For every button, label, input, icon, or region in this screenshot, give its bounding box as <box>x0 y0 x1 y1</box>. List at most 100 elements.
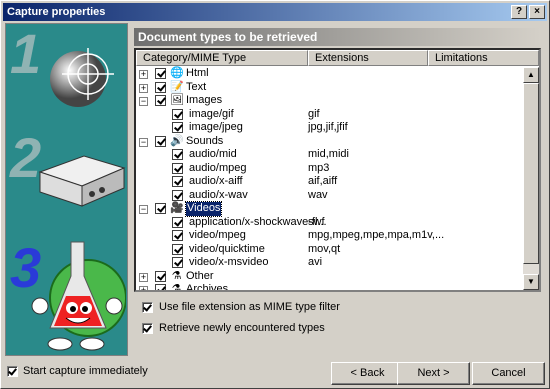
retrieve-new-checkbox[interactable] <box>142 322 153 334</box>
row-checkbox[interactable] <box>172 108 183 120</box>
row-extensions: mpg,mpeg,mpe,mpa,m1v,... <box>308 229 445 241</box>
row-checkbox[interactable] <box>172 149 183 160</box>
row-extensions: mp3 <box>308 161 330 174</box>
column-header-category[interactable]: Category/MIME Type <box>136 50 308 66</box>
help-button[interactable]: ? <box>511 5 527 19</box>
row-extensions: mid,midi <box>308 148 349 160</box>
row-checkbox[interactable] <box>172 176 183 187</box>
server-device-icon <box>38 155 126 207</box>
row-checkbox[interactable] <box>155 284 166 290</box>
tree-mime-row[interactable]: image/jpeg jpg,jif,jfif <box>136 121 523 135</box>
row-label: Other <box>186 269 214 282</box>
row-label: image/jpeg <box>189 121 243 133</box>
panel-title: Document types to be retrieved <box>134 28 541 46</box>
tree-category-row[interactable]: + ⚗ Other <box>136 270 523 284</box>
row-label: video/mpeg <box>189 229 246 241</box>
scroll-up-icon[interactable]: ▲ <box>523 67 539 83</box>
tree-mime-row[interactable]: image/gif gif <box>136 108 523 122</box>
tree-rows: + 🌐 Html + 📝 Text − 🖼 Images image/gif gif image/jp… <box>136 67 523 292</box>
other-icon: ⚗ <box>171 269 182 282</box>
row-label: audio/x-aiff <box>189 175 243 187</box>
start-capture-checkbox[interactable] <box>7 365 18 377</box>
row-extensions: swf <box>308 215 325 228</box>
expand-icon[interactable]: + <box>139 286 148 290</box>
mascot-icon <box>31 241 126 351</box>
row-checkbox[interactable] <box>172 162 183 174</box>
capture-properties-dialog: Capture properties ? × 1 2 3 Start captu… <box>0 0 550 389</box>
tree-mime-row[interactable]: video/x-msvideo avi <box>136 256 523 270</box>
row-label: video/quicktime <box>189 242 265 255</box>
column-header-limitations[interactable]: Limitations <box>428 50 539 66</box>
tree-category-row[interactable]: + ⚗ Archives <box>136 283 523 292</box>
tree-mime-row[interactable]: audio/x-aiff aif,aiff <box>136 175 523 189</box>
row-label: video/x-msvideo <box>189 256 269 268</box>
tree-category-row[interactable]: − 🔊 Sounds <box>136 135 523 149</box>
tree-mime-row[interactable]: audio/mid mid,midi <box>136 148 523 162</box>
row-checkbox[interactable] <box>172 230 183 241</box>
tree-mime-row[interactable]: video/quicktime mov,qt <box>136 243 523 257</box>
row-checkbox[interactable] <box>172 189 183 201</box>
retrieve-new-option[interactable]: Retrieve newly encountered types <box>142 322 325 334</box>
cancel-button[interactable]: Cancel <box>472 362 545 385</box>
row-checkbox[interactable] <box>155 95 166 106</box>
row-extensions: aif,aiff <box>308 175 338 187</box>
tree-mime-row[interactable]: audio/x-wav wav <box>136 189 523 203</box>
row-label: image/gif <box>189 107 234 120</box>
row-label: audio/mpeg <box>189 161 247 174</box>
tree-mime-row[interactable]: audio/mpeg mp3 <box>136 162 523 176</box>
row-extensions: gif <box>308 107 320 120</box>
expand-icon[interactable]: + <box>139 83 148 93</box>
tree-mime-row[interactable]: video/mpeg mpg,mpeg,mpe,mpa,m1v,... <box>136 229 523 243</box>
row-checkbox[interactable] <box>172 216 183 228</box>
title-bar: Capture properties ? × <box>3 3 547 21</box>
use-extension-checkbox[interactable] <box>142 301 153 313</box>
expand-icon[interactable]: + <box>139 70 148 79</box>
collapse-icon[interactable]: − <box>139 205 148 214</box>
back-button[interactable]: < Back <box>331 362 404 385</box>
vertical-scrollbar[interactable]: ▲ ▼ <box>523 67 539 290</box>
start-capture-label: Start capture immediately <box>23 365 148 377</box>
retrieve-new-label: Retrieve newly encountered types <box>159 322 325 334</box>
row-label: Text <box>186 80 207 93</box>
row-label: Html <box>186 67 209 79</box>
tree-category-row[interactable]: − 🎥 Videos <box>136 201 523 217</box>
window-title: Capture properties <box>7 6 106 18</box>
row-label: Videos <box>184 201 223 217</box>
tree-category-row[interactable]: + 📝 Text <box>136 81 523 95</box>
use-extension-option[interactable]: Use file extension as MIME type filter <box>142 301 340 313</box>
collapse-icon[interactable]: − <box>139 137 148 147</box>
row-checkbox[interactable] <box>172 243 183 255</box>
expand-icon[interactable]: + <box>139 272 148 282</box>
next-button[interactable]: Next > <box>397 362 470 385</box>
tree-mime-row[interactable]: application/x-shockwave-fl... swf <box>136 216 523 230</box>
scroll-down-icon[interactable]: ▼ <box>523 274 539 290</box>
row-checkbox[interactable] <box>155 81 166 93</box>
row-checkbox[interactable] <box>155 68 166 79</box>
start-capture-option[interactable]: Start capture immediately <box>7 365 148 377</box>
row-extensions: avi <box>308 256 323 268</box>
step-number-1: 1 <box>10 23 42 85</box>
wizard-sidebar: 1 2 3 <box>5 23 128 356</box>
close-button[interactable]: × <box>529 5 545 19</box>
html-icon: 🌐 <box>170 67 184 79</box>
tree-category-row[interactable]: − 🖼 Images <box>136 94 523 108</box>
document-types-tree: Category/MIME Type Extensions Limitation… <box>134 48 541 292</box>
row-label: audio/x-wav <box>189 188 248 201</box>
row-label: Sounds <box>186 134 224 147</box>
row-checkbox[interactable] <box>172 122 183 133</box>
collapse-icon[interactable]: − <box>139 97 148 106</box>
videos-icon: 🎥 <box>170 202 184 214</box>
archives-icon: ⚗ <box>171 283 182 292</box>
row-checkbox[interactable] <box>155 270 166 282</box>
column-header-extensions[interactable]: Extensions <box>308 50 428 66</box>
scroll-thumb[interactable] <box>523 83 539 264</box>
use-extension-label: Use file extension as MIME type filter <box>159 301 340 313</box>
tree-category-row[interactable]: + 🌐 Html <box>136 67 523 81</box>
row-checkbox[interactable] <box>155 203 166 214</box>
row-label: application/x-shockwave-fl... <box>189 215 327 228</box>
row-checkbox[interactable] <box>172 257 183 268</box>
sounds-icon: 🔊 <box>170 134 184 147</box>
text-icon: 📝 <box>170 80 184 93</box>
row-checkbox[interactable] <box>155 135 166 147</box>
row-extensions: mov,qt <box>308 242 341 255</box>
